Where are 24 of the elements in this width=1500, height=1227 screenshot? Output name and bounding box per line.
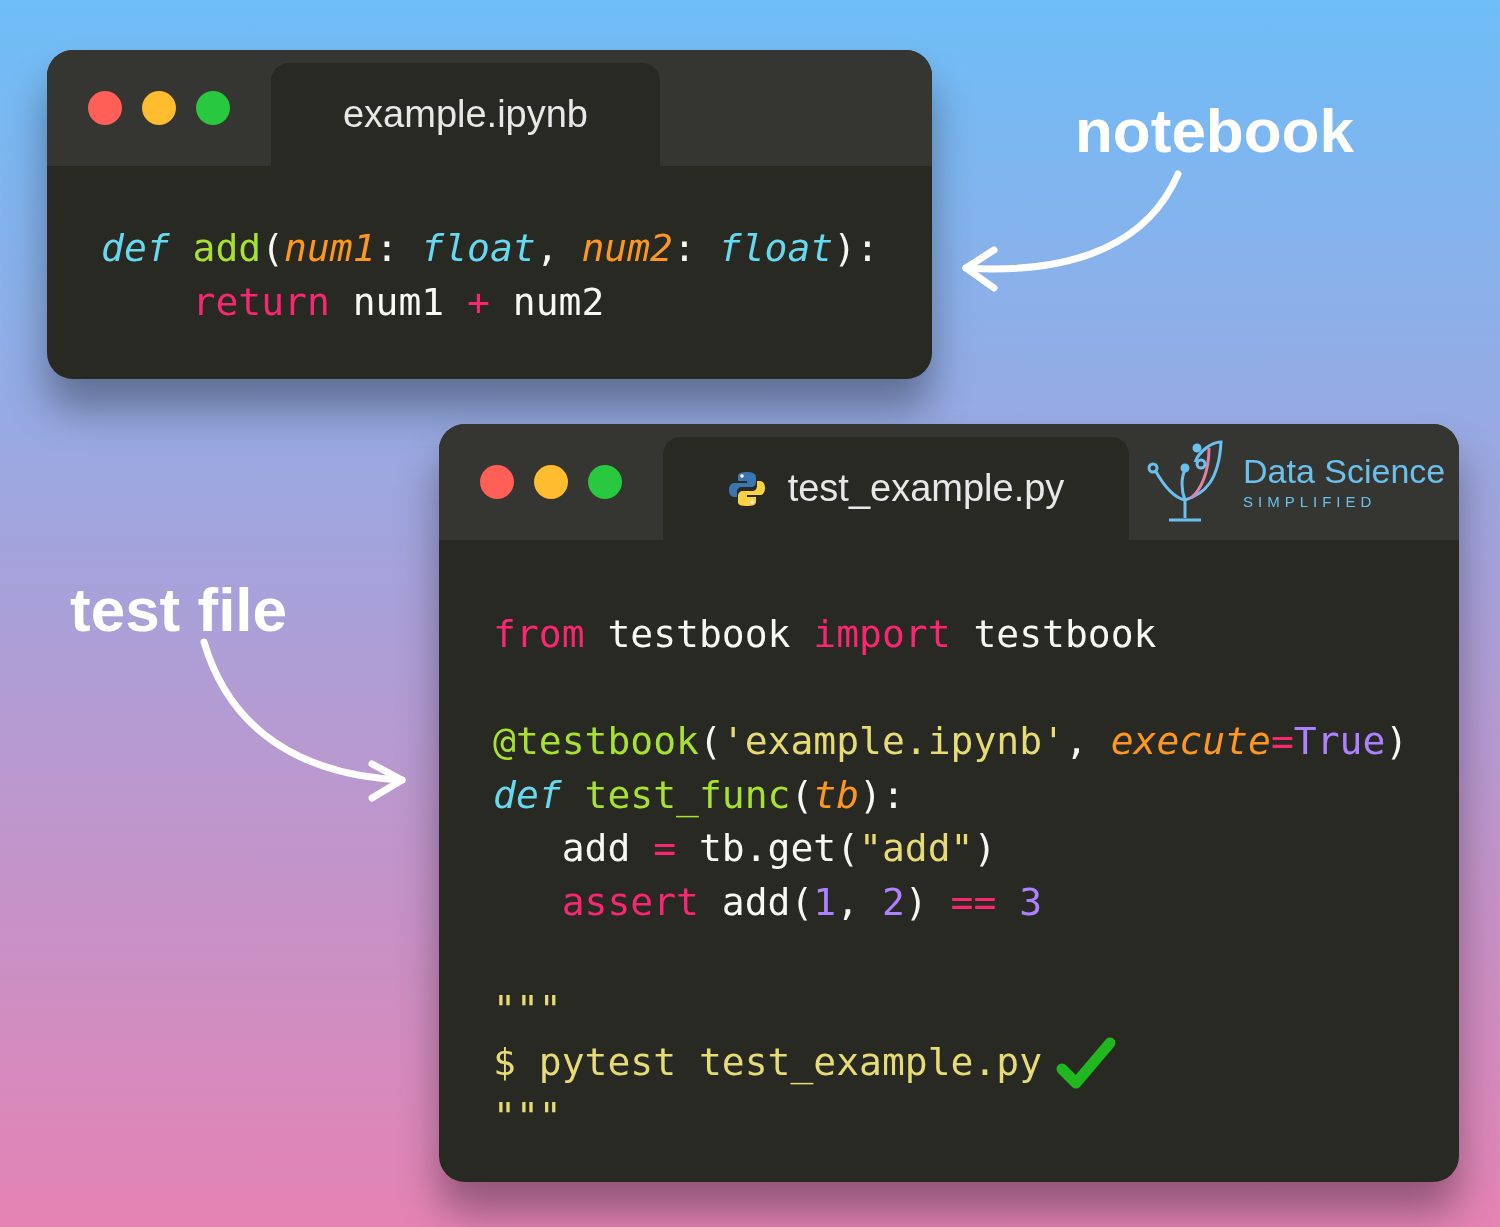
zoom-icon[interactable] xyxy=(196,91,230,125)
zoom-icon[interactable] xyxy=(588,465,622,499)
logo-title: Data Science xyxy=(1243,450,1446,491)
code-line: """ xyxy=(493,1092,562,1140)
code-line: @testbook('example.ipynb', execute=True) xyxy=(493,718,1409,766)
close-icon[interactable] xyxy=(480,465,514,499)
code-line: def add(num1: float, num2: float): xyxy=(101,225,879,273)
logo-subtitle: SIMPLIFIED xyxy=(1243,491,1378,512)
plant-logo-icon xyxy=(1145,440,1225,524)
minimize-icon[interactable] xyxy=(534,465,568,499)
annotation-label: test file xyxy=(70,574,288,646)
code-line: assert add(1, 2) == 3 xyxy=(560,878,1043,926)
python-icon xyxy=(727,469,766,508)
file-tab[interactable]: example.ipynb xyxy=(271,63,660,166)
code-line: """ xyxy=(493,985,562,1033)
annotation-label: notebook xyxy=(1075,95,1354,167)
code-line: return num1 + num2 xyxy=(191,278,605,326)
code-line: def test_func(tb): xyxy=(493,771,905,820)
code-line: $ pytest test_example.py xyxy=(493,1039,1043,1087)
close-icon[interactable] xyxy=(88,91,122,125)
file-tab[interactable]: test_example.py xyxy=(663,437,1129,540)
code-line: add = tb.get("add") xyxy=(560,825,997,873)
code-line: from testbook import testbook xyxy=(493,611,1157,659)
minimize-icon[interactable] xyxy=(142,91,176,125)
